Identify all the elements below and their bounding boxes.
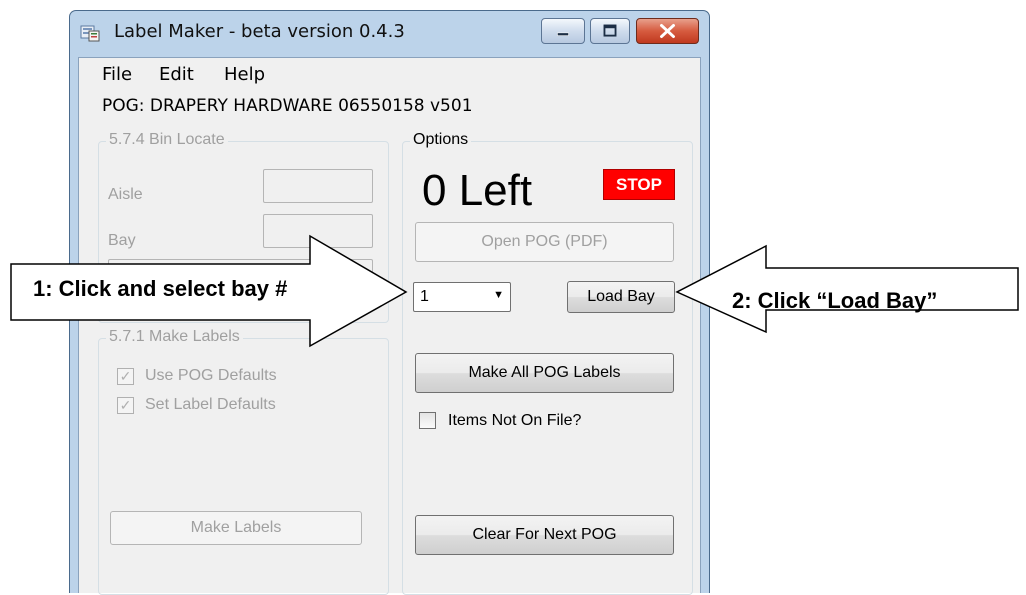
title-bar[interactable]: Label Maker - beta version 0.4.3	[70, 11, 709, 57]
make-all-pog-labels-button[interactable]: Make All POG Labels	[415, 353, 674, 393]
checkmark-icon: ✓	[119, 397, 132, 413]
use-pog-defaults-checkbox[interactable]: ✓	[117, 368, 134, 385]
close-icon	[660, 23, 675, 39]
window-title: Label Maker - beta version 0.4.3	[114, 21, 405, 42]
make-labels-button[interactable]: Make Labels	[110, 511, 362, 545]
menu-edit[interactable]: Edit	[159, 64, 194, 85]
left-count: 0 Left	[422, 166, 533, 215]
items-not-on-file-label: Items Not On File?	[448, 412, 582, 429]
bay-input[interactable]	[263, 214, 373, 248]
menu-help[interactable]: Help	[224, 64, 265, 85]
chevron-down-icon: ▼	[493, 289, 504, 301]
aisle-input[interactable]	[263, 169, 373, 203]
bay-label: Bay	[108, 232, 136, 249]
minimize-icon	[557, 32, 569, 36]
maximize-button[interactable]	[590, 18, 630, 44]
pog-label: POG: DRAPERY HARDWARE 06550158 v501	[102, 96, 473, 116]
maximize-icon	[603, 24, 617, 37]
menu-bar: File Edit Help	[79, 58, 700, 88]
options-group: Options 0 Left STOP Open POG (PDF) 1 ▼ L…	[402, 131, 693, 595]
set-label-defaults-label: Set Label Defaults	[145, 396, 276, 413]
checkmark-icon: ✓	[119, 368, 132, 384]
bay-select[interactable]: 1 ▼	[413, 282, 511, 312]
items-not-on-file-checkbox[interactable]	[419, 412, 436, 429]
client-area: File Edit Help POG: DRAPERY HARDWARE 065…	[78, 57, 701, 595]
make-labels-legend: 5.7.1 Make Labels	[106, 328, 243, 346]
minimize-button[interactable]	[541, 18, 585, 44]
aisle-label: Aisle	[108, 186, 143, 203]
options-legend: Options	[410, 131, 472, 149]
open-pog-button[interactable]: Open POG (PDF)	[415, 222, 674, 262]
close-button[interactable]	[636, 18, 699, 44]
make-labels-group: 5.7.1 Make Labels ✓ Use POG Defaults ✓ S…	[98, 328, 389, 595]
bay-select-value: 1	[420, 288, 429, 305]
use-pog-defaults-label: Use POG Defaults	[145, 367, 277, 384]
bin-locate-legend: 5.7.4 Bin Locate	[106, 131, 228, 149]
label-maker-app-icon	[80, 25, 100, 42]
load-bay-button[interactable]: Load Bay	[567, 281, 675, 313]
menu-file[interactable]: File	[102, 64, 132, 85]
right-callout-text: 2: Click “Load Bay”	[732, 288, 938, 313]
left-callout-text: 1: Click and select bay #	[33, 276, 288, 301]
set-label-defaults-checkbox[interactable]: ✓	[117, 397, 134, 414]
clear-for-next-pog-button[interactable]: Clear For Next POG	[415, 515, 674, 555]
stop-indicator[interactable]: STOP	[603, 169, 675, 200]
